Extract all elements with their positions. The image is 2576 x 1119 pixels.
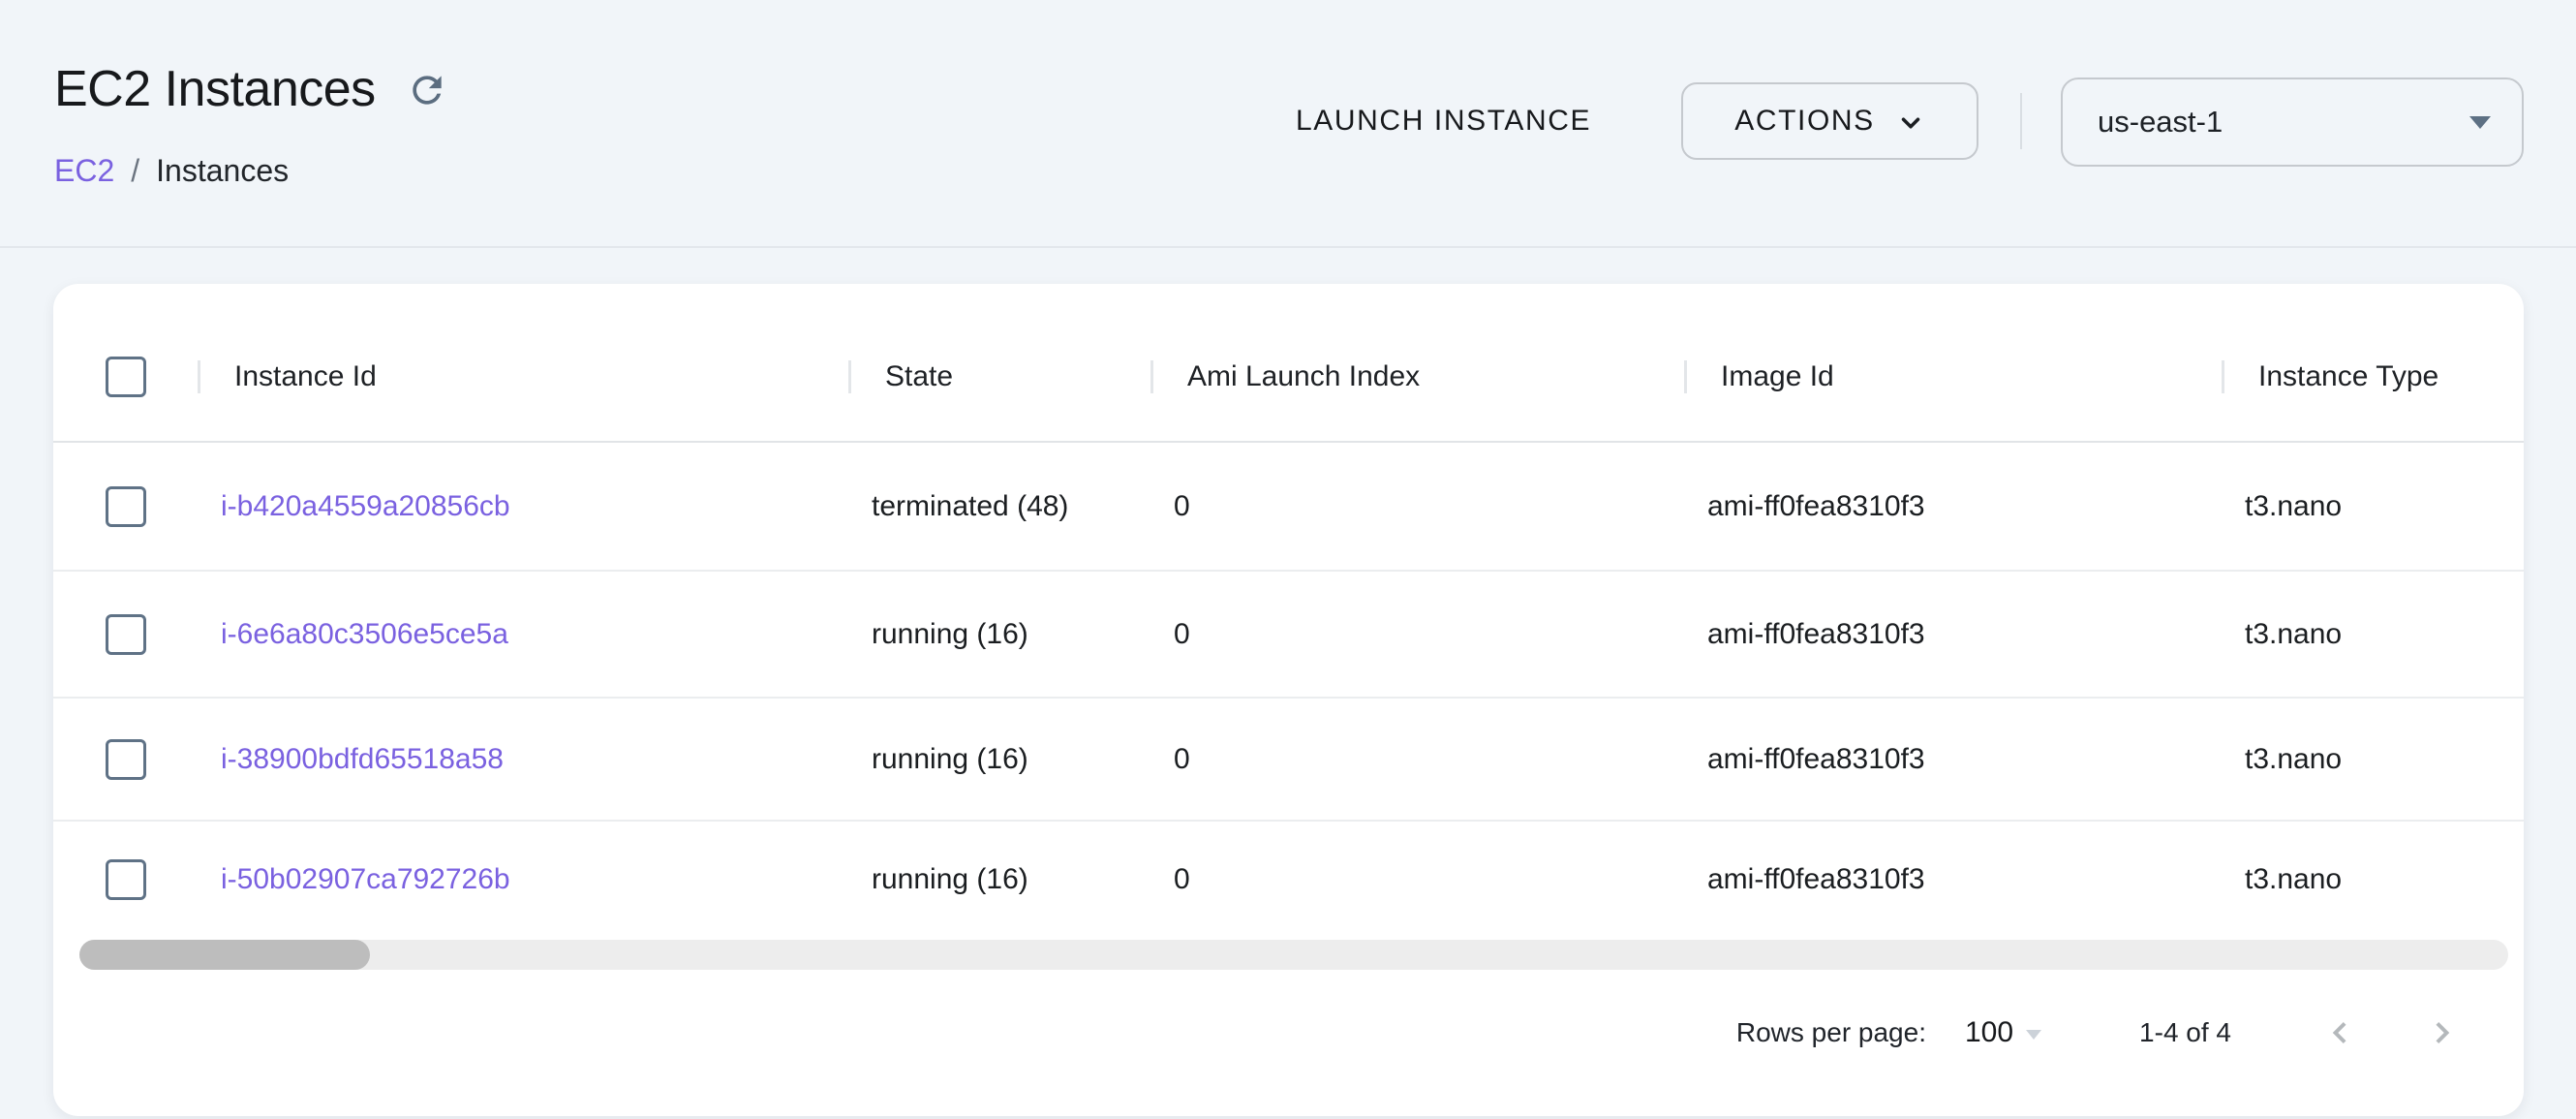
ami-launch-index-cell: 0: [1150, 863, 1684, 896]
instance-type-cell: t3.nano: [2222, 490, 2524, 523]
breadcrumb-separator: /: [131, 153, 139, 189]
image-id-cell: ami-ff0fea8310f3: [1684, 863, 2222, 896]
breadcrumb: EC2 / Instances: [54, 153, 289, 189]
state-cell: terminated (48): [848, 490, 1150, 523]
ami-launch-index-cell: 0: [1150, 743, 1684, 776]
table-row: i-50b02907ca792726b running (16) 0 ami-f…: [53, 822, 2524, 938]
column-header-instance-type[interactable]: Instance Type: [2222, 360, 2524, 393]
rows-per-page-label: Rows per page:: [1736, 1017, 1926, 1048]
instance-id-link[interactable]: i-50b02907ca792726b: [221, 863, 510, 896]
horizontal-scrollbar-thumb[interactable]: [79, 940, 370, 970]
state-cell: running (16): [848, 743, 1150, 776]
ami-launch-index-cell: 0: [1150, 490, 1684, 523]
table-header-row: Instance Id State Ami Launch Index Image…: [53, 284, 2524, 443]
column-header-ami-launch-index[interactable]: Ami Launch Index: [1150, 360, 1684, 393]
state-cell: running (16): [848, 618, 1150, 651]
instance-type-cell: t3.nano: [2222, 618, 2524, 651]
table-row: i-6e6a80c3506e5ce5a running (16) 0 ami-f…: [53, 572, 2524, 699]
rows-per-page-select[interactable]: 100: [1965, 1016, 2042, 1049]
region-selector-value: us-east-1: [2098, 105, 2223, 140]
row-checkbox[interactable]: [106, 486, 146, 527]
column-header-state[interactable]: State: [848, 360, 1150, 393]
column-separator: [848, 360, 851, 393]
column-separator: [198, 360, 200, 393]
actions-button-label: ACTIONS: [1734, 105, 1875, 138]
column-separator: [1150, 360, 1153, 393]
previous-page-button[interactable]: [2320, 1013, 2359, 1052]
pagination-bar: Rows per page: 100 1-4 of 4: [1736, 1000, 2462, 1066]
next-page-button[interactable]: [2423, 1013, 2462, 1052]
chevron-right-icon: [2425, 1015, 2460, 1050]
breadcrumb-current: Instances: [156, 153, 289, 189]
table-row: i-38900bdfd65518a58 running (16) 0 ami-f…: [53, 699, 2524, 822]
instances-card: Instance Id State Ami Launch Index Image…: [53, 284, 2524, 1116]
horizontal-scrollbar-track[interactable]: [79, 940, 2508, 970]
actions-button[interactable]: ACTIONS: [1681, 82, 1978, 160]
region-selector[interactable]: us-east-1: [2061, 78, 2524, 167]
toolbar-divider: [2020, 93, 2022, 149]
image-id-cell: ami-ff0fea8310f3: [1684, 743, 2222, 776]
image-id-cell: ami-ff0fea8310f3: [1684, 618, 2222, 651]
page-header: EC2 Instances: [54, 62, 449, 117]
instance-id-link[interactable]: i-b420a4559a20856cb: [221, 490, 510, 523]
instance-id-link[interactable]: i-38900bdfd65518a58: [221, 743, 504, 776]
select-all-cell: [53, 357, 198, 397]
column-separator: [1684, 360, 1687, 393]
instance-type-cell: t3.nano: [2222, 743, 2524, 776]
caret-down-icon: [2025, 1029, 2042, 1041]
row-checkbox[interactable]: [106, 739, 146, 780]
column-header-image-id[interactable]: Image Id: [1684, 360, 2222, 393]
row-checkbox[interactable]: [106, 614, 146, 655]
launch-instance-button[interactable]: LAUNCH INSTANCE: [1288, 93, 1599, 149]
column-separator: [2222, 360, 2224, 393]
rows-per-page-value: 100: [1965, 1016, 2013, 1049]
state-cell: running (16): [848, 863, 1150, 896]
instance-type-cell: t3.nano: [2222, 863, 2524, 896]
header-divider: [0, 246, 2576, 248]
instance-id-link[interactable]: i-6e6a80c3506e5ce5a: [221, 618, 508, 651]
chevron-down-icon: [1896, 109, 1925, 138]
column-header-instance-id[interactable]: Instance Id: [198, 360, 848, 393]
table-row: i-b420a4559a20856cb terminated (48) 0 am…: [53, 443, 2524, 572]
refresh-button[interactable]: [405, 68, 449, 112]
image-id-cell: ami-ff0fea8310f3: [1684, 490, 2222, 523]
chevron-left-icon: [2322, 1015, 2357, 1050]
select-all-checkbox[interactable]: [106, 357, 146, 397]
pagination-range: 1-4 of 4: [2139, 1017, 2231, 1048]
ami-launch-index-cell: 0: [1150, 618, 1684, 651]
breadcrumb-link-ec2[interactable]: EC2: [54, 153, 114, 189]
row-checkbox[interactable]: [106, 859, 146, 900]
refresh-icon: [406, 69, 448, 111]
page-title: EC2 Instances: [54, 62, 376, 117]
caret-down-icon: [2468, 114, 2493, 130]
